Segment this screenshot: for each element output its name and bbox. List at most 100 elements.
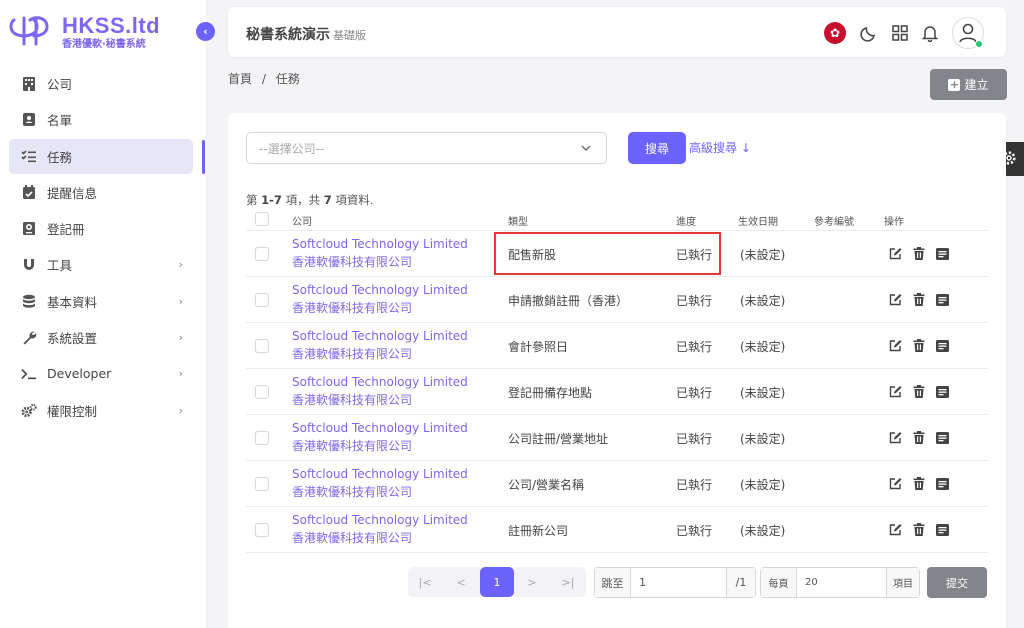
column-type[interactable]: 類型 (508, 213, 528, 228)
first-page-button[interactable]: |< (408, 567, 442, 597)
moon-icon[interactable] (860, 24, 878, 42)
sidebar-item-label: 權限控制 (47, 403, 98, 419)
sidebar-item-label: 任務 (47, 149, 73, 165)
sidebar-item-system-settings[interactable]: 系統設置 › (9, 320, 193, 355)
row-checkbox[interactable] (255, 293, 269, 307)
collapse-sidebar-button[interactable]: ‹ (196, 22, 215, 41)
prev-page-button[interactable]: < (442, 567, 480, 597)
search-button[interactable]: 搜尋 (628, 132, 686, 164)
edit-icon[interactable] (889, 523, 902, 536)
chevron-right-icon: › (178, 294, 183, 308)
jump-page-input[interactable]: 1 (631, 568, 727, 597)
company-name-en[interactable]: Softcloud Technology Limited (292, 235, 468, 253)
sidebar-item-access-control[interactable]: 權限控制 › (9, 393, 193, 428)
notes-icon[interactable] (936, 431, 949, 444)
edit-icon[interactable] (889, 431, 902, 444)
company-name-en[interactable]: Softcloud Technology Limited (292, 281, 468, 299)
register-book-icon (21, 221, 37, 237)
effective-date: (未設定) (740, 294, 786, 308)
last-page-button[interactable]: >| (550, 567, 586, 597)
grid-apps-icon[interactable] (892, 25, 908, 41)
trash-icon[interactable] (913, 293, 925, 306)
sidebar-item-reminders[interactable]: 提醒信息 (9, 175, 193, 210)
notes-icon[interactable] (936, 247, 949, 260)
jump-label: 跳至 (595, 568, 631, 597)
hong-kong-flag-icon[interactable]: ✿ (824, 22, 846, 44)
sidebar-item-basic-data[interactable]: 基本資料 › (9, 284, 193, 319)
effective-date: (未設定) (740, 432, 786, 446)
row-actions (889, 339, 960, 352)
column-effective-date[interactable]: 生效日期 (738, 213, 778, 228)
edit-icon[interactable] (889, 339, 902, 352)
notes-icon[interactable] (936, 477, 949, 490)
row-checkbox[interactable] (255, 339, 269, 353)
notes-icon[interactable] (936, 523, 949, 536)
per-page-input[interactable]: 20 (797, 568, 887, 597)
sidebar-item-tools[interactable]: 工具 › (9, 247, 193, 282)
advanced-search-label: 高級搜尋 (689, 141, 738, 155)
trash-icon[interactable] (913, 431, 925, 444)
chevron-left-icon: ‹ (203, 25, 208, 38)
company-name-zh[interactable]: 香港軟優科技有限公司 (292, 253, 468, 271)
company-select[interactable]: --選擇公司-- (246, 132, 607, 164)
task-type: 申請撤銷註冊（香港） (508, 294, 629, 308)
trash-icon[interactable] (913, 477, 925, 490)
total-pages: /1 (727, 568, 755, 597)
row-checkbox[interactable] (255, 431, 269, 445)
select-all-checkbox[interactable] (255, 212, 269, 226)
trash-icon[interactable] (913, 247, 925, 260)
row-checkbox[interactable] (255, 247, 269, 261)
next-page-button[interactable]: > (514, 567, 550, 597)
sidebar-item-developer[interactable]: Developer › (9, 356, 193, 391)
company-name-en[interactable]: Softcloud Technology Limited (292, 327, 468, 345)
sidebar-item-tasks[interactable]: 任務 (9, 138, 193, 174)
row-checkbox[interactable] (255, 477, 269, 491)
bell-icon[interactable] (922, 24, 938, 42)
create-button-label: 建立 (964, 78, 989, 92)
edit-icon[interactable] (889, 385, 902, 398)
edit-icon[interactable] (889, 477, 902, 490)
company-name-zh[interactable]: 香港軟優科技有限公司 (292, 299, 468, 317)
brand-logo[interactable]: HKSS.ltd 香港優軟·秘書系統 (8, 14, 160, 51)
advanced-search-link[interactable]: 高級搜尋 ↓ (689, 139, 751, 156)
avatar[interactable] (952, 17, 984, 49)
current-page-button[interactable]: 1 (480, 567, 514, 597)
row-checkbox[interactable] (255, 523, 269, 537)
sidebar-item-company[interactable]: 公司 (9, 66, 193, 101)
company-name-zh[interactable]: 香港軟優科技有限公司 (292, 345, 468, 363)
notes-icon[interactable] (936, 339, 949, 352)
edit-icon[interactable] (889, 293, 902, 306)
app-title-text: 秘書系統演示 (246, 27, 330, 43)
tasks-table: 公司 類型 進度 生效日期 參考編號 操作 Softcloud Technolo… (246, 209, 988, 553)
task-type: 登記冊備存地點 (508, 386, 593, 400)
breadcrumb-home[interactable]: 首頁 (228, 72, 252, 86)
sidebar-item-label: 系統設置 (47, 331, 98, 347)
company-name-en[interactable]: Softcloud Technology Limited (292, 373, 468, 391)
trash-icon[interactable] (913, 523, 925, 536)
company-name-zh[interactable]: 香港軟優科技有限公司 (292, 529, 468, 547)
trash-icon[interactable] (913, 339, 925, 352)
company-cell: Softcloud Technology Limited 香港軟優科技有限公司 (292, 465, 468, 501)
jump-to-page: 跳至 1 /1 (594, 567, 756, 598)
company-name-en[interactable]: Softcloud Technology Limited (292, 465, 468, 483)
notes-icon[interactable] (936, 385, 949, 398)
sidebar-item-register[interactable]: 登記冊 (9, 211, 193, 246)
sidebar-item-list[interactable]: 名單 (9, 102, 193, 137)
trash-icon[interactable] (913, 385, 925, 398)
per-page-unit: 項目 (887, 568, 919, 597)
company-name-zh[interactable]: 香港軟優科技有限公司 (292, 437, 468, 455)
edit-icon[interactable] (889, 247, 902, 260)
company-name-en[interactable]: Softcloud Technology Limited (292, 511, 468, 529)
create-button[interactable]: + 建立 (930, 69, 1007, 100)
company-name-zh[interactable]: 香港軟優科技有限公司 (292, 483, 468, 501)
column-reference[interactable]: 參考編號 (814, 213, 854, 228)
company-name-en[interactable]: Softcloud Technology Limited (292, 419, 468, 437)
task-progress: 已執行 (676, 524, 713, 538)
submit-button[interactable]: 提交 (927, 567, 987, 598)
row-checkbox[interactable] (255, 385, 269, 399)
row-actions (889, 293, 960, 306)
notes-icon[interactable] (936, 293, 949, 306)
company-name-zh[interactable]: 香港軟優科技有限公司 (292, 391, 468, 409)
task-type: 註冊新公司 (508, 524, 569, 538)
column-progress[interactable]: 進度 (676, 213, 696, 228)
